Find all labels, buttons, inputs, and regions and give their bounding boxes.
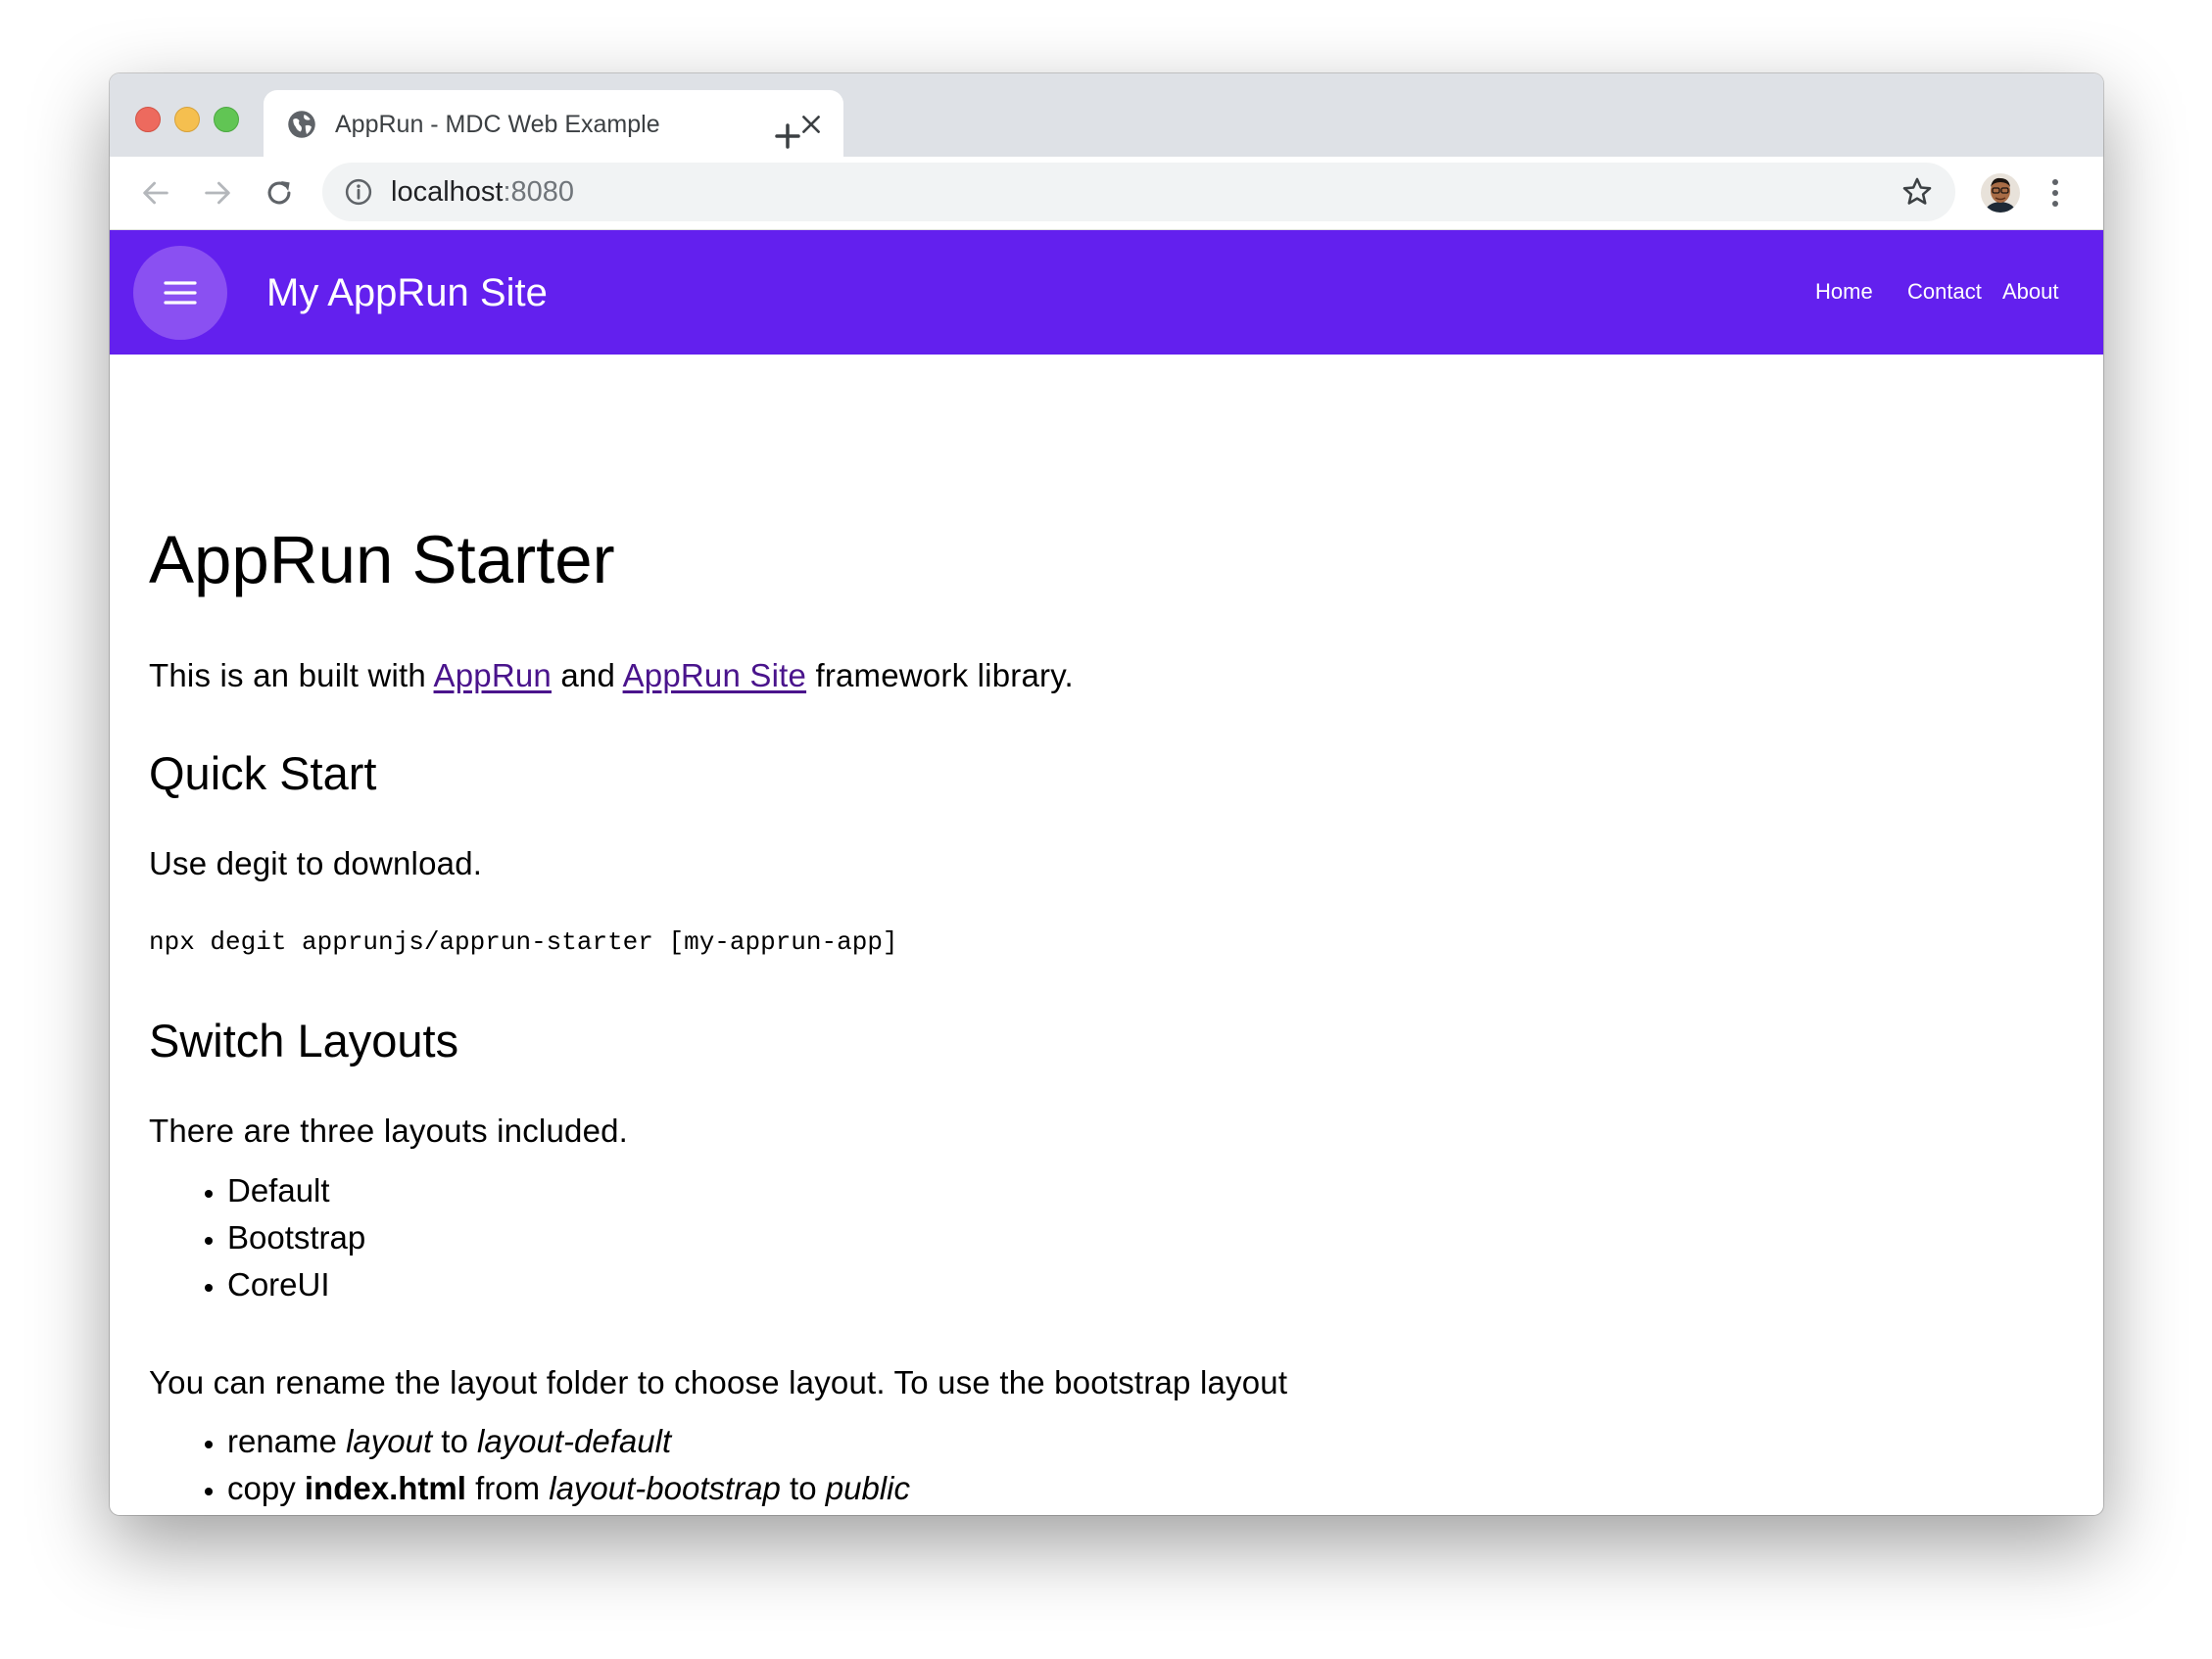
list-item: CoreUI — [227, 1261, 365, 1308]
step-text: rename — [227, 1423, 347, 1459]
layouts-text: There are three layouts included. — [149, 1113, 629, 1149]
browser-window: AppRun - MDC Web Example localhost:8080 … — [110, 73, 2103, 1515]
quick-start-text: Use degit to download. — [149, 845, 483, 881]
menu-button[interactable] — [133, 246, 227, 340]
site-title: My AppRun Site — [266, 271, 548, 314]
intro-paragraph: This is an built with AppRun and AppRun … — [149, 656, 1074, 695]
page-title: AppRun Starter — [149, 522, 615, 597]
nav-home-link[interactable]: Home — [1815, 277, 1873, 307]
minimize-window-button[interactable] — [174, 107, 200, 132]
kebab-icon[interactable] — [2047, 174, 2063, 212]
apprun-site-link[interactable]: AppRun Site — [623, 657, 807, 693]
step-text: to — [780, 1470, 826, 1506]
quick-start-heading: Quick Start — [149, 747, 377, 799]
switch-layouts-heading: Switch Layouts — [149, 1015, 459, 1066]
step-text: to — [432, 1423, 477, 1459]
url-host: localhost — [391, 176, 504, 208]
nav-contact-link[interactable]: Contact — [1907, 277, 1982, 307]
code-block: npx degit apprunjs/apprun-starter [my-ap… — [149, 927, 898, 957]
browser-tab[interactable]: AppRun - MDC Web Example — [264, 90, 843, 157]
list-item: rename layout-bootstrap to layout — [227, 1512, 910, 1515]
layouts-list: Default Bootstrap CoreUI — [149, 1167, 365, 1308]
list-item: Bootstrap — [227, 1214, 365, 1261]
step-text: from — [465, 1470, 550, 1506]
globe-icon — [288, 111, 315, 138]
list-item: Default — [227, 1167, 365, 1214]
tab-strip: AppRun - MDC Web Example — [110, 73, 2103, 157]
profile-photo-icon — [1981, 173, 2020, 213]
step-emphasis: layout-default — [476, 1423, 672, 1459]
list-item: copy index.html from layout-bootstrap to… — [227, 1465, 910, 1512]
url-port: :8080 — [503, 176, 575, 208]
url-text[interactable]: localhost:8080 — [391, 176, 574, 208]
address-bar[interactable]: localhost:8080 — [322, 163, 1955, 221]
hamburger-icon — [164, 281, 197, 305]
avatar[interactable] — [1981, 173, 2020, 213]
step-text: copy — [227, 1470, 305, 1506]
arrow-right-icon[interactable] — [201, 176, 234, 210]
close-window-button[interactable] — [135, 107, 161, 132]
intro-text: and — [552, 657, 623, 693]
steps-list: rename layout to layout-default copy ind… — [149, 1418, 910, 1515]
intro-text: This is an built with — [149, 657, 434, 693]
reload-icon[interactable] — [263, 176, 296, 210]
list-item: rename layout to layout-default — [227, 1418, 910, 1465]
app-bar: My AppRun Site Home Contact About — [110, 230, 2103, 355]
step-emphasis: layout-bootstrap — [549, 1470, 781, 1506]
step-emphasis: public — [825, 1470, 910, 1506]
arrow-left-icon[interactable] — [139, 176, 172, 210]
browser-toolbar: localhost:8080 — [110, 157, 2103, 230]
nav-about-link[interactable]: About — [2002, 277, 2059, 307]
info-icon[interactable] — [344, 177, 373, 207]
rename-text: You can rename the layout folder to choo… — [149, 1364, 1288, 1400]
intro-text: framework library. — [806, 657, 1074, 693]
step-strong: index.html — [304, 1470, 466, 1506]
step-emphasis: layout — [346, 1423, 433, 1459]
apprun-link[interactable]: AppRun — [434, 657, 552, 693]
zoom-window-button[interactable] — [214, 107, 239, 132]
tab-title: AppRun - MDC Web Example — [335, 111, 660, 138]
star-icon[interactable] — [1900, 175, 1934, 209]
